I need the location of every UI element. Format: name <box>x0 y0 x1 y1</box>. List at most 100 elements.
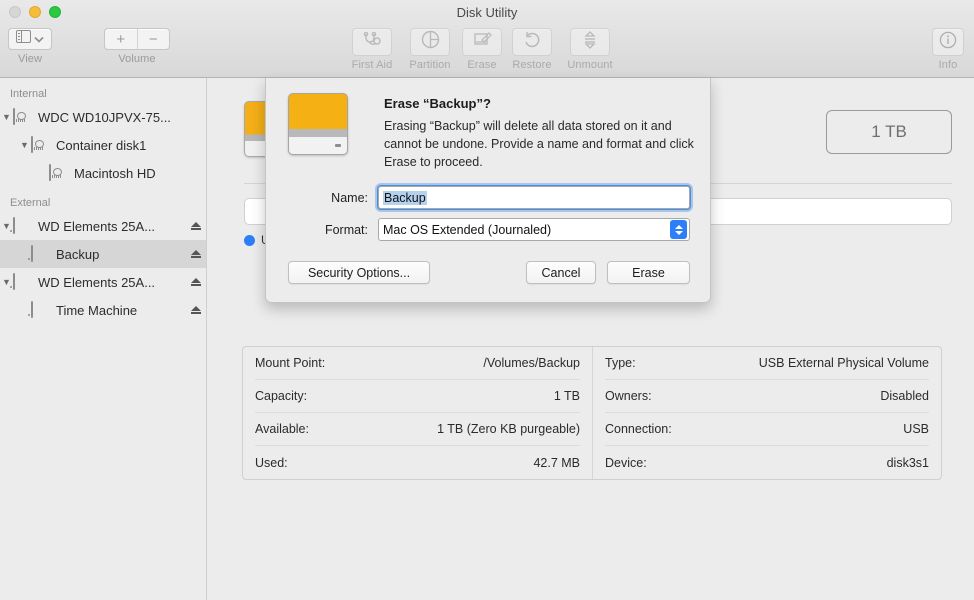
eject-icon[interactable] <box>186 305 206 315</box>
name-label: Name: <box>331 190 368 205</box>
window-title: Disk Utility <box>456 5 518 20</box>
sidebar: Internal ▼ WDC WD10JPVX-75... ▼ Containe… <box>0 78 207 600</box>
sidebar-item-label: WD Elements 25A... <box>38 274 156 290</box>
stethoscope-icon <box>362 31 382 53</box>
sidebar-item-macintosh-hd[interactable]: Macintosh HD <box>0 159 206 187</box>
first-aid-action: First Aid <box>348 28 396 71</box>
eject-icon[interactable] <box>186 221 206 231</box>
first-aid-label: First Aid <box>351 59 393 71</box>
info-button[interactable] <box>932 28 964 56</box>
capacity-badge: 1 TB <box>826 110 952 154</box>
info-key: Device: <box>605 455 647 470</box>
erase-pencil-icon <box>473 31 492 53</box>
disclosure-triangle-icon[interactable]: ▼ <box>0 112 13 122</box>
erase-label: Erase <box>467 59 497 71</box>
info-label: Info <box>938 59 958 71</box>
info-key: Connection: <box>605 422 672 436</box>
cancel-button[interactable]: Cancel <box>526 261 596 284</box>
unmount-label: Unmount <box>567 59 613 71</box>
sidebar-item-label: Macintosh HD <box>74 165 156 181</box>
info-value: 1 TB <box>553 389 580 403</box>
sidebar-item-backup[interactable]: Backup <box>0 240 206 268</box>
partition-button[interactable] <box>410 28 450 56</box>
first-aid-button[interactable] <box>352 28 392 56</box>
restore-button[interactable] <box>512 28 552 56</box>
erase-toolbar-button[interactable] <box>462 28 502 56</box>
chevron-down-icon <box>34 30 44 48</box>
restore-action: Restore <box>508 28 556 71</box>
external-drive-icon <box>31 301 51 318</box>
format-field-row: Format: Mac OS Extended (Journaled) <box>288 218 690 241</box>
name-field-row: Name: Backup <box>288 185 691 210</box>
volume-info-table: Mount Point: /Volumes/Backup Capacity: 1… <box>242 346 942 480</box>
disclosure-triangle-icon[interactable]: ▼ <box>18 140 31 150</box>
info-key: Available: <box>255 422 309 436</box>
erase-action: Erase <box>462 28 502 71</box>
info-row-used: Used: 42.7 MB <box>255 446 580 479</box>
external-drive-icon <box>31 245 51 262</box>
info-key: Capacity: <box>255 389 308 403</box>
info-control: Info <box>932 28 964 71</box>
info-row-mount-point: Mount Point: /Volumes/Backup <box>255 347 580 380</box>
sidebar-item-wd-elements-1[interactable]: ▼ WD Elements 25A... <box>0 212 206 240</box>
info-row-capacity: Capacity: 1 TB <box>255 380 580 413</box>
sidebar-item-label: WDC WD10JPVX-75... <box>38 109 171 125</box>
erase-confirm-button[interactable]: Erase <box>607 261 690 284</box>
name-input-value: Backup <box>383 190 427 205</box>
sidebar-section-internal-header: Internal <box>10 88 47 100</box>
sidebar-item-label: Backup <box>56 246 100 262</box>
external-drive-icon <box>13 217 33 234</box>
format-select[interactable]: Mac OS Extended (Journaled) <box>378 218 690 241</box>
sidebar-section-external-header: External <box>10 197 51 209</box>
info-column-left: Mount Point: /Volumes/Backup Capacity: 1… <box>243 347 592 479</box>
volume-segmented-control: + − <box>104 28 170 50</box>
restore-label: Restore <box>512 59 552 71</box>
sidebar-item-time-machine[interactable]: Time Machine <box>0 296 206 324</box>
disk-utility-window: Disk Utility View + − Volume First Aid P… <box>0 0 974 600</box>
eject-icon[interactable] <box>186 277 206 287</box>
info-circle-icon <box>939 31 957 54</box>
view-label: View <box>17 53 43 65</box>
titlebar: Disk Utility View + − Volume First Aid P… <box>0 0 974 78</box>
pie-chart-icon <box>421 30 440 54</box>
info-key: Owners: <box>605 389 652 403</box>
chevron-updown-icon[interactable] <box>670 220 687 239</box>
volume-label: Volume <box>118 53 156 65</box>
external-drive-icon <box>13 273 33 290</box>
info-row-available: Available: 1 TB (Zero KB purgeable) <box>255 413 580 446</box>
format-label: Format: <box>324 222 368 237</box>
info-value: USB External Physical Volume <box>758 356 929 370</box>
info-value: USB <box>903 422 929 436</box>
internal-drive-icon <box>31 136 51 153</box>
info-row-connection: Connection: USB <box>605 413 929 446</box>
internal-drive-icon <box>13 108 33 125</box>
sidebar-item-wdc-wd10jpvx[interactable]: ▼ WDC WD10JPVX-75... <box>0 103 206 131</box>
internal-drive-icon <box>49 164 69 181</box>
sidebar-item-label: Time Machine <box>56 302 138 318</box>
dialog-message: Erasing “Backup” will delete all data st… <box>384 119 694 169</box>
sidebar-item-wd-elements-2[interactable]: ▼ WD Elements 25A... <box>0 268 206 296</box>
security-options-button[interactable]: Security Options... <box>288 261 430 284</box>
remove-volume-button[interactable]: − <box>136 29 170 49</box>
partition-action: Partition <box>404 28 456 71</box>
view-control: View <box>8 28 52 65</box>
format-select-value: Mac OS Extended (Journaled) <box>383 222 552 237</box>
sidebar-item-label: Container disk1 <box>56 137 147 153</box>
eject-icon[interactable] <box>186 249 206 259</box>
add-volume-button[interactable]: + <box>105 29 137 49</box>
unmount-action: Unmount <box>563 28 617 71</box>
undo-arrow-icon <box>523 31 541 54</box>
dialog-drive-icon <box>288 93 352 165</box>
info-column-right: Type: USB External Physical Volume Owner… <box>592 347 941 479</box>
unmount-button[interactable] <box>570 28 610 56</box>
partition-label: Partition <box>409 59 451 71</box>
info-row-type: Type: USB External Physical Volume <box>605 347 929 380</box>
sidebar-item-container-disk1[interactable]: ▼ Container disk1 <box>0 131 206 159</box>
name-input[interactable]: Backup <box>377 185 691 210</box>
info-key: Type: <box>605 356 636 370</box>
info-row-device: Device: disk3s1 <box>605 446 929 479</box>
info-value: 42.7 MB <box>533 455 580 470</box>
info-value: Disabled <box>880 389 929 403</box>
sidebar-item-label: WD Elements 25A... <box>38 218 156 234</box>
view-button[interactable] <box>8 28 52 50</box>
